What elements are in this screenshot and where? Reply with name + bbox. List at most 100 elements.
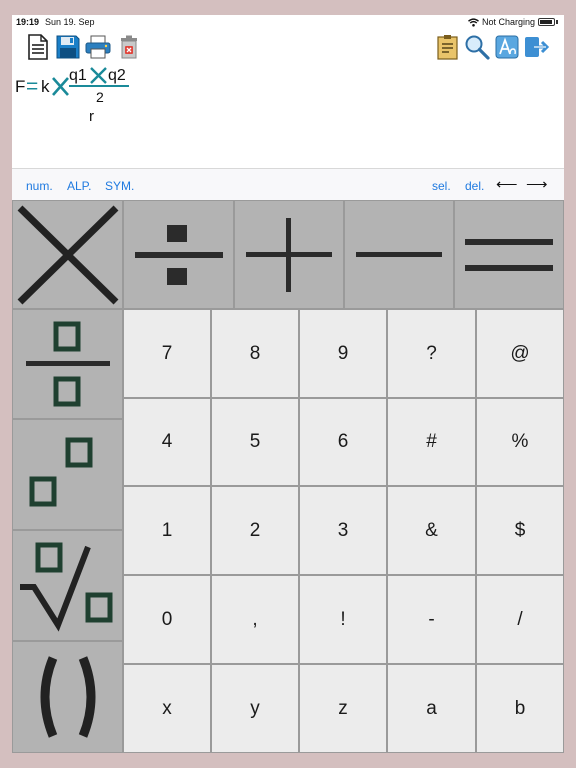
key-label: ! xyxy=(340,608,346,630)
font-button[interactable] xyxy=(493,33,521,61)
select-link[interactable]: sel. xyxy=(432,179,451,193)
key-comma[interactable]: , xyxy=(211,575,299,664)
multiply-operator-icon xyxy=(90,67,107,84)
key-2[interactable]: 2 xyxy=(211,486,299,575)
fraction-icon xyxy=(25,321,110,407)
print-icon xyxy=(85,35,111,59)
key-label: # xyxy=(426,431,437,452)
delete-button[interactable] xyxy=(115,33,143,61)
key-label: b xyxy=(514,697,526,719)
key-label: y xyxy=(250,697,260,719)
cursor-right-arrow[interactable]: ⟶ xyxy=(526,177,548,192)
formula-q2: q2 xyxy=(108,67,126,84)
font-icon xyxy=(495,35,519,59)
key-label: 6 xyxy=(337,431,349,452)
mode-bar: num. ALP. SYM. sel. del. ⟵ ⟶ xyxy=(12,168,564,200)
key-b[interactable]: b xyxy=(476,664,564,753)
key-7[interactable]: 7 xyxy=(123,309,211,398)
key-x[interactable]: x xyxy=(123,664,211,753)
parentheses-key[interactable] xyxy=(12,641,123,753)
formula-q1: q1 xyxy=(69,67,87,84)
divide-key[interactable] xyxy=(123,200,234,309)
multiply-operator-icon xyxy=(52,77,69,96)
key-ampersand[interactable]: & xyxy=(387,486,476,575)
formula-exponent: 2 xyxy=(96,89,104,105)
save-icon xyxy=(56,35,80,59)
key-label: 0 xyxy=(161,608,173,630)
formula-editor[interactable]: F = k q1 q2 2 r xyxy=(12,64,564,168)
search-button[interactable] xyxy=(463,33,491,61)
status-right: Not Charging xyxy=(468,17,558,27)
key-a[interactable]: a xyxy=(387,664,476,753)
battery-icon xyxy=(538,18,555,26)
notes-button[interactable] xyxy=(434,33,462,61)
key-label: 2 xyxy=(249,519,261,541)
key-label: % xyxy=(511,431,529,452)
fraction-line xyxy=(69,85,129,87)
multiply-key[interactable] xyxy=(12,200,123,309)
plus-key[interactable] xyxy=(234,200,344,309)
power-key[interactable] xyxy=(12,419,123,530)
key-label: 8 xyxy=(249,342,261,364)
key-label: a xyxy=(426,697,437,719)
key-4[interactable]: 4 xyxy=(123,398,211,486)
delete-link[interactable]: del. xyxy=(465,179,484,193)
notes-icon xyxy=(437,35,458,60)
print-button[interactable] xyxy=(84,33,112,61)
key-label: - xyxy=(428,608,435,630)
trash-icon xyxy=(121,35,137,59)
key-percent[interactable]: % xyxy=(476,398,564,486)
num-mode-link[interactable]: num. xyxy=(26,179,53,193)
app-screen: 19:19 Sun 19. Sep Not Charging F = k q1 … xyxy=(12,15,564,753)
key-label: 5 xyxy=(249,431,261,452)
key-label: @ xyxy=(510,342,530,364)
key-label: 7 xyxy=(161,342,173,364)
search-icon xyxy=(465,35,490,60)
key-label: 1 xyxy=(161,519,173,541)
key-at[interactable]: @ xyxy=(476,309,564,398)
fraction-key[interactable] xyxy=(12,309,123,419)
save-button[interactable] xyxy=(54,33,82,61)
key-y[interactable]: y xyxy=(211,664,299,753)
alp-mode-link[interactable]: ALP. xyxy=(67,179,91,193)
key-slash[interactable]: / xyxy=(476,575,564,664)
key-dollar[interactable]: $ xyxy=(476,486,564,575)
minus-key[interactable] xyxy=(344,200,454,309)
key-hyphen[interactable]: - xyxy=(387,575,476,664)
equals-key[interactable] xyxy=(454,200,564,309)
sym-mode-link[interactable]: SYM. xyxy=(105,179,134,193)
key-hash[interactable]: # xyxy=(387,398,476,486)
minus-icon xyxy=(356,251,442,257)
key-5[interactable]: 5 xyxy=(211,398,299,486)
key-label: $ xyxy=(514,519,526,541)
key-exclamation[interactable]: ! xyxy=(299,575,387,664)
status-time: 19:19 xyxy=(16,17,40,27)
export-button[interactable] xyxy=(523,33,551,61)
key-z[interactable]: z xyxy=(299,664,387,753)
wifi-icon xyxy=(468,17,479,27)
new-document-button[interactable] xyxy=(24,33,52,61)
key-label: / xyxy=(517,608,523,630)
key-question[interactable]: ? xyxy=(387,309,476,398)
key-0[interactable]: 0 xyxy=(123,575,211,664)
key-label: & xyxy=(425,519,438,541)
parentheses-icon xyxy=(40,656,95,738)
multiply-icon xyxy=(17,204,118,305)
plus-icon xyxy=(246,217,332,292)
key-label: 9 xyxy=(337,342,349,364)
key-1[interactable]: 1 xyxy=(123,486,211,575)
root-key[interactable] xyxy=(12,530,123,641)
root-icon xyxy=(19,542,112,632)
key-9[interactable]: 9 xyxy=(299,309,387,398)
key-label: z xyxy=(338,697,348,719)
power-icon xyxy=(29,437,92,506)
formula-f: F xyxy=(15,77,26,96)
key-6[interactable]: 6 xyxy=(299,398,387,486)
key-8[interactable]: 8 xyxy=(211,309,299,398)
key-3[interactable]: 3 xyxy=(299,486,387,575)
toolbar xyxy=(12,30,564,64)
formula-r: r xyxy=(89,108,94,125)
key-label: 4 xyxy=(161,431,173,452)
charging-status: Not Charging xyxy=(481,17,535,27)
cursor-left-arrow[interactable]: ⟵ xyxy=(496,177,518,192)
